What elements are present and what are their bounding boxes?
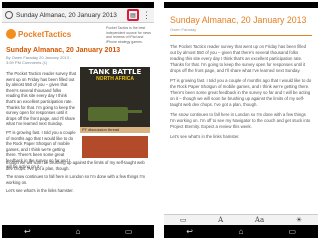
reader-paragraph: The Pocket Tactics reader survey that we…: [170, 44, 307, 73]
menu-icon[interactable]: ⋮: [142, 10, 151, 20]
ad-caption[interactable]: PT discussion thread: [80, 127, 150, 133]
site-logo[interactable]: PocketTactics: [18, 30, 71, 39]
reader-paragraph: PT is growing fast. I told you a couple …: [170, 78, 312, 107]
url-text[interactable]: Sunday Almanac, 20 January 2013: [16, 12, 124, 19]
post-paragraph: The snow continues to fall here in Londo…: [6, 174, 145, 185]
post-byline: By Owen Faraday 20 January 2013 - 3:59 P…: [6, 55, 72, 65]
reader-paragraph: The snow continues to fall here in Londo…: [170, 112, 311, 129]
post-title[interactable]: Sunday Almanac, 20 January 2013: [6, 47, 150, 54]
ad-title: TANK BATTLE: [88, 68, 142, 76]
globe-icon: [5, 11, 13, 19]
post-body: The Pocket Tactics reader survey that we…: [6, 71, 76, 172]
post-paragraph: Let's see what's in the links hamster.: [6, 188, 74, 194]
reader-paragraph: Let's see what's in the links hamster.: [170, 134, 240, 139]
recent-apps-icon[interactable]: ▭: [286, 227, 298, 236]
browser-screen: Sunday Almanac, 20 January 2013 ▤ ⋮ Pock…: [2, 2, 154, 238]
bookmark-icon[interactable]: ▭: [180, 216, 187, 224]
site-description: Pocket Tactics is the best independent s…: [106, 26, 151, 44]
title-divider: [170, 35, 312, 36]
post-body-continued: though we will soon be brushing up again…: [6, 160, 150, 197]
navigation-bar: ↩ ⌂ ▭: [164, 225, 318, 238]
home-icon[interactable]: ⌂: [72, 227, 84, 236]
navigation-bar: ↩ ⌂ ▭: [2, 225, 154, 238]
font-size-large-button[interactable]: Aa: [255, 216, 264, 224]
ad-subtitle: NORTH AFRICA: [96, 76, 134, 82]
page-content: PocketTactics Pocket Tactics is the best…: [2, 23, 154, 225]
back-icon[interactable]: ↩: [21, 227, 33, 236]
brightness-icon[interactable]: ☀: [296, 216, 302, 224]
post-paragraph: The Pocket Tactics reader survey that we…: [6, 71, 76, 127]
reader-mode-icon[interactable]: ▤: [127, 9, 139, 21]
url-bar[interactable]: Sunday Almanac, 20 January 2013 ▤ ⋮: [2, 8, 154, 23]
reader-toolbar: ▭ A Aa ☀: [164, 214, 318, 225]
home-icon[interactable]: ⌂: [235, 227, 247, 236]
recent-apps-icon[interactable]: ▭: [123, 227, 135, 236]
logo-icon: [6, 29, 16, 39]
site-header: PocketTactics Pocket Tactics is the best…: [2, 23, 154, 45]
reader-content: Sunday Almanac, 20 January 2013 Owen Far…: [164, 8, 318, 214]
reader-screen: Sunday Almanac, 20 January 2013 Owen Far…: [164, 2, 318, 238]
tank-gun-graphic: [120, 110, 142, 113]
back-icon[interactable]: ↩: [184, 227, 196, 236]
font-size-small-button[interactable]: A: [218, 216, 223, 224]
tank-battle-ad[interactable]: TANK BATTLE NORTH AFRICA: [80, 67, 150, 127]
reader-author: Owen Faraday: [170, 27, 197, 32]
reader-title: Sunday Almanac, 20 January 2013: [170, 15, 307, 25]
post-paragraph: though we will soon be brushing up again…: [6, 160, 145, 171]
sidebar-thumbnail[interactable]: [82, 136, 148, 158]
